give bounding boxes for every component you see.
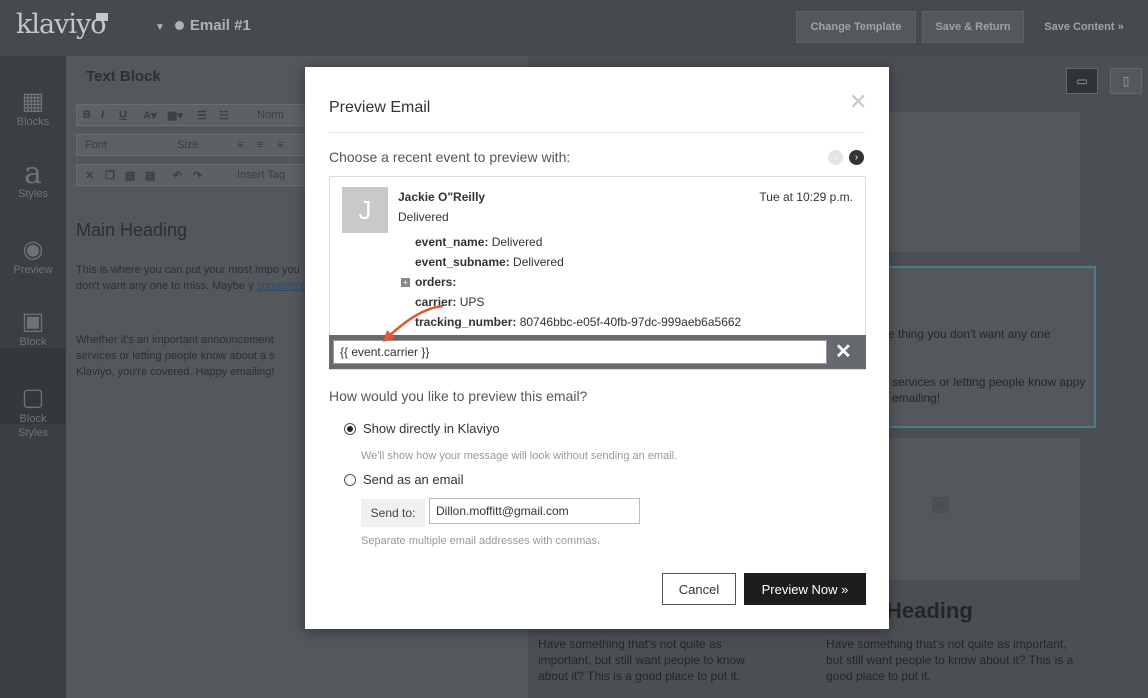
- event-prop-row[interactable]: tracking_number: 80746bbc-e05f-40fb-97dc…: [415, 315, 741, 329]
- styles-icon: a: [24, 156, 42, 191]
- modal-title: Preview Email: [329, 99, 431, 116]
- format-toolbar: B I U A▾ ▩▾ ☰ ☷ Norm: [76, 104, 306, 126]
- pointer-arrow-icon: [383, 304, 444, 342]
- event-prop-value: 80746bbc-e05f-40fb-97dc-999aeb6a5662: [519, 315, 742, 329]
- copy-icon[interactable]: ❐: [105, 169, 115, 182]
- blocks-icon: ▦: [21, 88, 45, 115]
- rail-label-blocks: Blocks: [16, 116, 50, 128]
- canvas-column-text-2: Have something that's not quite as impor…: [826, 637, 1074, 683]
- bullet-list-button[interactable]: ☰: [197, 109, 207, 122]
- camera-icon: ◙: [932, 488, 949, 519]
- bold-button[interactable]: B: [83, 109, 91, 121]
- numbered-list-button[interactable]: ☷: [219, 109, 229, 122]
- editor-main-heading[interactable]: Main Heading: [76, 220, 187, 241]
- size-select[interactable]: Size: [177, 139, 198, 151]
- insert-tag-select[interactable]: Insert Tag: [237, 169, 285, 181]
- avatar: J: [342, 187, 388, 233]
- preview-method-question: How would you like to preview this email…: [329, 388, 588, 404]
- event-prop-key: orders:: [415, 275, 457, 289]
- klaviyo-logo[interactable]: klaviyo: [16, 9, 106, 40]
- event-prop-value: Delivered: [513, 255, 564, 269]
- edit-toolbar: ✕ ❐ ▤ ▤ ↶ ↷ Insert Tag: [76, 164, 306, 186]
- font-select[interactable]: Font: [85, 139, 107, 151]
- event-status: Delivered: [398, 210, 449, 224]
- rail-label-block: Block: [19, 336, 47, 348]
- previous-event-icon[interactable]: ‹: [828, 150, 843, 165]
- align-right-button[interactable]: ≡: [277, 139, 283, 151]
- text-color-button[interactable]: A▾: [143, 109, 156, 122]
- eye-icon: ◉: [22, 236, 44, 263]
- rail-label-preview: Preview: [13, 264, 53, 276]
- email-name-dropdown[interactable]: ▼ Email #1: [155, 17, 251, 34]
- canvas-text-1: e thing you don't want any one: [888, 327, 1051, 341]
- align-left-button[interactable]: ≡: [237, 139, 243, 151]
- cut-icon[interactable]: ✕: [85, 169, 94, 182]
- show-directly-radio[interactable]: [344, 423, 356, 435]
- canvas-column-text-1: Have something that's not quite as impor…: [538, 637, 745, 683]
- event-prop-row[interactable]: event_subname: Delivered: [415, 255, 564, 269]
- rail-label-block-styles: Block Styles: [18, 413, 48, 439]
- format-select[interactable]: Norm: [257, 109, 284, 121]
- choose-event-label: Choose a recent event to preview with:: [329, 149, 571, 165]
- show-directly-hint: We'll show how your message will look wi…: [361, 450, 678, 462]
- bg-color-button[interactable]: ▩▾: [167, 109, 183, 122]
- preview-now-button[interactable]: Preview Now »: [744, 573, 866, 605]
- block-icon: ▣: [21, 308, 45, 335]
- save-return-button[interactable]: Save & Return: [922, 11, 1024, 43]
- desktop-view-icon[interactable]: ▭: [1066, 68, 1098, 94]
- event-prop-value: Delivered: [491, 235, 543, 249]
- rail-item-styles[interactable]: a Styles: [0, 156, 66, 201]
- italic-button[interactable]: I: [101, 109, 104, 121]
- send-to-input[interactable]: [429, 498, 640, 524]
- event-timestamp: Tue at 10:29 p.m.: [759, 190, 853, 204]
- rail-label-styles: Styles: [18, 188, 48, 200]
- editor-title: Text Block: [86, 68, 161, 85]
- logo-flag-icon: [96, 13, 108, 21]
- cancel-button[interactable]: Cancel: [662, 573, 736, 605]
- paste-text-icon[interactable]: ▤: [145, 169, 155, 182]
- editor-paragraph-link[interactable]: something.: [257, 280, 311, 292]
- paste-icon[interactable]: ▤: [125, 169, 135, 182]
- left-rail: ▦ Blocks a Styles ◉ Preview ▣ Block ▢ Bl…: [0, 56, 66, 698]
- event-prop-row[interactable]: event_name: Delivered: [415, 235, 542, 249]
- send-email-radio[interactable]: [344, 474, 356, 486]
- redo-icon[interactable]: ↷: [193, 169, 202, 182]
- send-to-hint: Separate multiple email addresses with c…: [361, 535, 601, 547]
- rail-item-block-styles[interactable]: ▢ Block Styles: [4, 384, 62, 440]
- expand-icon[interactable]: +: [401, 278, 410, 287]
- event-prop-value: UPS: [459, 295, 485, 309]
- underline-button[interactable]: U: [119, 109, 127, 121]
- event-prop-row[interactable]: orders:: [415, 275, 456, 289]
- save-content-button[interactable]: Save Content »: [1036, 11, 1132, 43]
- send-to-label: Send to:: [361, 499, 425, 527]
- align-center-button[interactable]: ≡: [257, 139, 263, 151]
- rail-item-block[interactable]: ▣ Block: [0, 308, 66, 348]
- show-directly-label[interactable]: Show directly in Klaviyo: [363, 421, 500, 436]
- undo-icon[interactable]: ↶: [173, 169, 182, 182]
- send-email-label[interactable]: Send as an email: [363, 472, 463, 487]
- preview-email-modal: Preview Email ✕ Choose a recent event to…: [305, 67, 889, 629]
- event-person-name: Jackie O"Reilly: [398, 190, 486, 204]
- editor-paragraph-1[interactable]: This is where you can put your most impo…: [76, 262, 316, 294]
- caret-down-icon: ▼: [155, 22, 165, 33]
- top-bar: klaviyo ▼ Email #1 Change Template Save &…: [0, 0, 1148, 56]
- mobile-view-icon[interactable]: ▯: [1110, 68, 1142, 94]
- canvas-text-2: services or letting people know appy ema…: [892, 375, 1086, 405]
- canvas-heading: Heading: [886, 598, 973, 623]
- block-styles-icon: ▢: [21, 384, 45, 411]
- clear-variable-icon[interactable]: ✕: [835, 339, 852, 364]
- rail-item-preview[interactable]: ◉ Preview: [0, 236, 66, 276]
- email-name: Email #1: [189, 17, 251, 34]
- next-event-icon[interactable]: ›: [849, 150, 864, 165]
- rail-item-blocks[interactable]: ▦ Blocks: [0, 88, 66, 128]
- change-template-button[interactable]: Change Template: [796, 11, 916, 43]
- event-prop-key: event_subname:: [415, 255, 510, 269]
- editor-paragraph-2[interactable]: Whether it's an important announcement s…: [76, 332, 316, 380]
- font-toolbar: Font Size ≡ ≡ ≡: [76, 134, 306, 156]
- close-icon[interactable]: ✕: [849, 89, 867, 115]
- event-prop-key: event_name:: [415, 235, 489, 249]
- modal-divider: [329, 132, 865, 133]
- status-dot-icon: [174, 21, 184, 30]
